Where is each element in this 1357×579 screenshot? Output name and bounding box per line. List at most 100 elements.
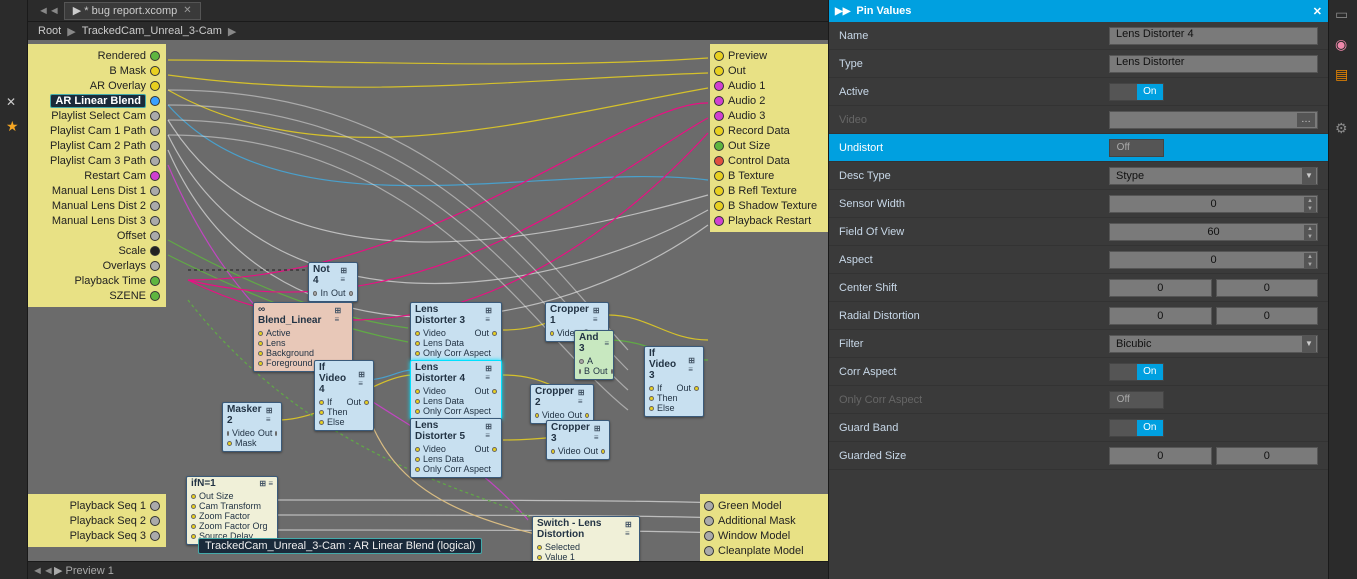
breadcrumb-root[interactable]: Root xyxy=(38,25,61,37)
prop-row[interactable]: Desc TypeStype▼ xyxy=(829,162,1328,190)
node-if-video-4[interactable]: If Video 4⊞ ≡ IfOutThenElse xyxy=(314,360,374,431)
select-input[interactable]: Bicubic▼ xyxy=(1109,335,1318,353)
io-port[interactable] xyxy=(704,516,714,526)
io-port[interactable] xyxy=(150,516,160,526)
node-cropper-3[interactable]: Cropper 3⊞ ≡ VideoOut xyxy=(546,420,610,460)
io-port[interactable] xyxy=(150,156,160,166)
number-input[interactable]: 0▲▼ xyxy=(1109,251,1318,269)
prop-value[interactable]: Off xyxy=(1109,139,1328,157)
number-input[interactable]: 0▲▼ xyxy=(1109,195,1318,213)
io-port[interactable] xyxy=(150,531,160,541)
number-input[interactable]: 0 xyxy=(1216,307,1319,325)
io-port[interactable] xyxy=(704,531,714,541)
prop-row[interactable]: ActiveOn xyxy=(829,78,1328,106)
prop-value[interactable]: 00 xyxy=(1109,307,1328,325)
browse-field[interactable]: … xyxy=(1109,111,1318,129)
spinner-icon[interactable]: ▲▼ xyxy=(1304,225,1316,241)
node-if-video-3[interactable]: If Video 3⊞ ≡ IfOutThenElse xyxy=(644,346,704,417)
node-not4[interactable]: Not 4⊞ ≡ InOut xyxy=(308,262,358,302)
node-cropper-2[interactable]: Cropper 2⊞ ≡ VideoOut xyxy=(530,384,594,424)
eye-icon[interactable]: ◉ xyxy=(1335,36,1351,52)
prop-value[interactable]: On xyxy=(1109,83,1328,101)
number-input[interactable]: 0 xyxy=(1109,279,1212,297)
prop-row[interactable]: Center Shift00 xyxy=(829,274,1328,302)
prop-row[interactable]: Guard BandOn xyxy=(829,414,1328,442)
io-port[interactable] xyxy=(714,201,724,211)
io-port[interactable] xyxy=(150,216,160,226)
io-port[interactable] xyxy=(150,141,160,151)
io-port[interactable] xyxy=(150,126,160,136)
close-icon[interactable]: ✕ xyxy=(1313,5,1322,18)
io-port[interactable] xyxy=(704,501,714,511)
prop-value[interactable]: Stype▼ xyxy=(1109,167,1328,185)
io-port[interactable] xyxy=(150,501,160,511)
node-and-3[interactable]: And 3≡ ABOut xyxy=(574,330,614,380)
number-input[interactable]: 60▲▼ xyxy=(1109,223,1318,241)
io-port[interactable] xyxy=(150,261,160,271)
io-port[interactable] xyxy=(714,126,724,136)
io-port[interactable] xyxy=(714,216,724,226)
spinner-icon[interactable]: ▲▼ xyxy=(1304,197,1316,213)
layers-icon[interactable]: ▤ xyxy=(1335,66,1351,82)
gear-icon[interactable]: ⚙ xyxy=(1335,120,1351,136)
io-port[interactable] xyxy=(150,51,160,61)
io-port[interactable] xyxy=(150,81,160,91)
inspector-header[interactable]: ▶▶ Pin Values ✕ xyxy=(829,0,1328,22)
prop-row[interactable]: Only Corr AspectOff xyxy=(829,386,1328,414)
toggle[interactable]: On xyxy=(1109,363,1164,381)
io-port[interactable] xyxy=(714,96,724,106)
io-port[interactable] xyxy=(150,246,160,256)
toggle[interactable]: On xyxy=(1109,83,1164,101)
prop-value[interactable]: 60▲▼ xyxy=(1109,223,1328,241)
spinner-icon[interactable]: ▲▼ xyxy=(1304,253,1316,269)
tab-nav-prev[interactable]: ◄◄ xyxy=(34,5,64,17)
number-input[interactable]: 0 xyxy=(1109,307,1212,325)
ellipsis-icon[interactable]: … xyxy=(1297,113,1315,127)
io-port[interactable] xyxy=(714,156,724,166)
number-input[interactable]: 0 xyxy=(1216,447,1319,465)
tab-nav-prev[interactable]: ◄◄ xyxy=(32,565,54,577)
toggle[interactable]: On xyxy=(1109,419,1164,437)
io-port[interactable] xyxy=(150,291,160,301)
io-port[interactable] xyxy=(714,141,724,151)
toggle[interactable]: Off xyxy=(1109,139,1164,157)
window-icon[interactable]: ▭ xyxy=(1335,6,1351,22)
node-canvas[interactable]: ✎ RenderedB MaskAR OverlayAR Linear Blen… xyxy=(28,40,828,579)
prop-row[interactable]: Corr AspectOn xyxy=(829,358,1328,386)
node-lens-distorter-5[interactable]: Lens Distorter 5⊞ ≡ VideoOutLens DataOnl… xyxy=(410,418,502,478)
prop-value[interactable]: Bicubic▼ xyxy=(1109,335,1328,353)
prop-value[interactable]: Lens Distorter 4 xyxy=(1109,27,1328,45)
prop-row[interactable]: Aspect0▲▼ xyxy=(829,246,1328,274)
io-port[interactable] xyxy=(150,231,160,241)
node-ifn1[interactable]: ifN=1⊞ ≡ Out SizeCam TransformZoom Facto… xyxy=(186,476,278,545)
bottom-tab-label[interactable]: ▶ Preview 1 xyxy=(54,564,114,577)
prop-row[interactable]: NameLens Distorter 4 xyxy=(829,22,1328,50)
prop-row[interactable]: Video… xyxy=(829,106,1328,134)
number-input[interactable]: 0 xyxy=(1216,279,1319,297)
prop-row[interactable]: Field Of View60▲▼ xyxy=(829,218,1328,246)
node-lens-distorter-3[interactable]: Lens Distorter 3⊞ ≡ VideoOutLens DataOnl… xyxy=(410,302,502,362)
io-port[interactable] xyxy=(150,66,160,76)
breadcrumb-item[interactable]: TrackedCam_Unreal_3-Cam xyxy=(82,25,222,37)
io-port[interactable] xyxy=(704,546,714,556)
close-icon[interactable]: ✕ xyxy=(6,95,16,109)
prop-value[interactable]: On xyxy=(1109,419,1328,437)
io-port[interactable] xyxy=(150,171,160,181)
prop-value[interactable]: 00 xyxy=(1109,447,1328,465)
breadcrumb[interactable]: Root ▶ TrackedCam_Unreal_3-Cam ▶ xyxy=(28,22,828,40)
io-port[interactable] xyxy=(714,111,724,121)
prop-value[interactable]: 0▲▼ xyxy=(1109,251,1328,269)
io-port[interactable] xyxy=(714,171,724,181)
number-input[interactable]: 0 xyxy=(1109,447,1212,465)
io-port[interactable] xyxy=(150,276,160,286)
node-masker-2[interactable]: Masker 2⊞ ≡ VideoOutMask xyxy=(222,402,282,452)
prop-value[interactable]: Off xyxy=(1109,391,1328,409)
io-port[interactable] xyxy=(150,201,160,211)
prop-value[interactable]: Lens Distorter xyxy=(1109,55,1328,73)
prop-row[interactable]: Radial Distortion00 xyxy=(829,302,1328,330)
prop-row[interactable]: Sensor Width0▲▼ xyxy=(829,190,1328,218)
text-input[interactable]: Lens Distorter xyxy=(1109,55,1318,73)
prop-row[interactable]: Guarded Size00 xyxy=(829,442,1328,470)
io-port[interactable] xyxy=(714,81,724,91)
prop-row[interactable]: UndistortOff xyxy=(829,134,1328,162)
